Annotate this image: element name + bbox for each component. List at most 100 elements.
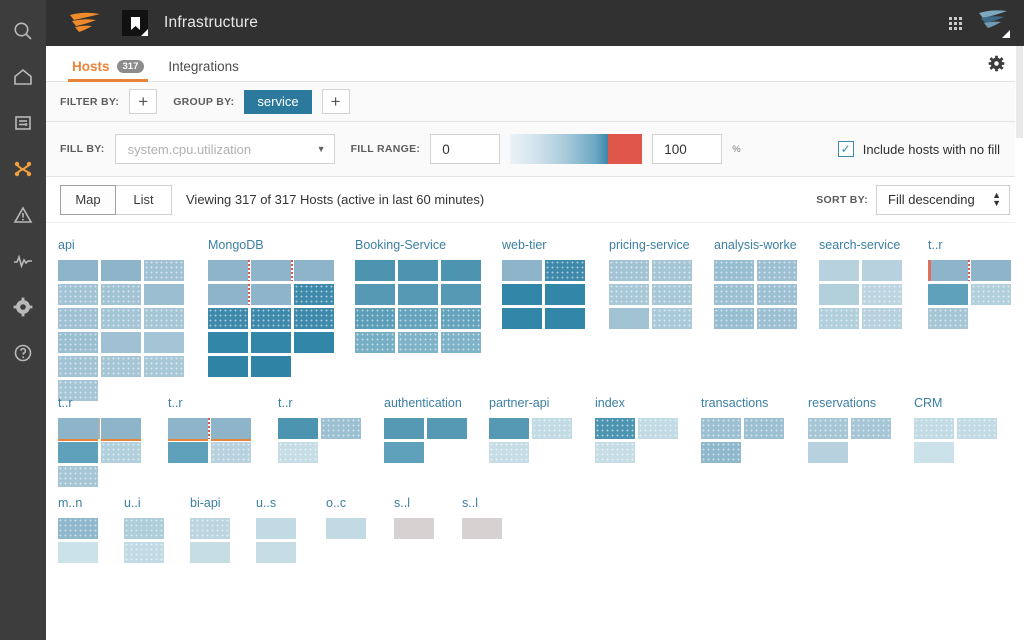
host-tile[interactable] <box>58 518 98 539</box>
host-tile[interactable] <box>441 284 481 305</box>
host-tile[interactable] <box>294 284 334 305</box>
help-icon[interactable] <box>0 330 46 376</box>
host-group-label[interactable]: Booking-Service <box>355 238 484 252</box>
host-group-label[interactable]: bi-api <box>190 496 233 510</box>
logs-icon[interactable] <box>0 100 46 146</box>
host-group-label[interactable]: CRM <box>914 396 1000 410</box>
bookmark-icon[interactable] <box>122 10 148 36</box>
host-tile[interactable] <box>928 308 968 329</box>
host-tile[interactable] <box>321 418 361 439</box>
host-tile[interactable] <box>101 284 141 305</box>
host-tile[interactable] <box>58 418 100 441</box>
host-tile[interactable] <box>101 418 141 441</box>
host-tile[interactable] <box>251 356 291 377</box>
add-group-button[interactable]: + <box>321 89 350 114</box>
host-tile[interactable] <box>595 442 635 463</box>
host-tile[interactable] <box>190 542 230 563</box>
host-tile[interactable] <box>652 308 692 329</box>
host-tile[interactable] <box>384 442 424 463</box>
view-map-button[interactable]: Map <box>60 184 116 215</box>
vertical-scrollbar[interactable] <box>1015 46 1024 640</box>
host-tile[interactable] <box>58 260 98 281</box>
host-tile[interactable] <box>211 418 251 441</box>
host-tile[interactable] <box>914 418 954 439</box>
host-tile[interactable] <box>502 308 542 329</box>
host-tile[interactable] <box>819 308 859 329</box>
host-tile[interactable] <box>58 308 98 329</box>
host-group-label[interactable]: MongoDB <box>208 238 337 252</box>
host-tile[interactable] <box>278 442 318 463</box>
host-group-label[interactable]: m..n <box>58 496 101 510</box>
host-tile[interactable] <box>58 466 98 487</box>
home-icon[interactable] <box>0 54 46 100</box>
host-tile[interactable] <box>914 442 954 463</box>
tab-integrations[interactable]: Integrations <box>156 59 251 81</box>
host-tile[interactable] <box>208 284 250 305</box>
host-tile[interactable] <box>971 260 1011 281</box>
host-tile[interactable] <box>819 284 859 305</box>
host-group-label[interactable]: transactions <box>701 396 787 410</box>
host-tile[interactable] <box>58 442 98 463</box>
host-tile[interactable] <box>545 284 585 305</box>
host-tile[interactable] <box>862 260 902 281</box>
host-tile[interactable] <box>652 260 692 281</box>
host-tile[interactable] <box>101 308 141 329</box>
scrollbar-thumb[interactable] <box>1016 46 1023 138</box>
infrastructure-icon[interactable] <box>0 146 46 192</box>
host-group-label[interactable]: partner-api <box>489 396 575 410</box>
host-tile[interactable] <box>101 356 141 377</box>
host-tile[interactable] <box>211 442 251 463</box>
host-tile[interactable] <box>355 284 395 305</box>
host-tile[interactable] <box>58 284 98 305</box>
host-tile[interactable] <box>58 542 98 563</box>
host-tile[interactable] <box>862 308 902 329</box>
host-tile[interactable] <box>144 308 184 329</box>
host-tile[interactable] <box>294 260 334 281</box>
host-tile[interactable] <box>808 418 848 439</box>
host-tile[interactable] <box>595 418 635 439</box>
tab-hosts[interactable]: Hosts 317 <box>60 59 156 82</box>
host-group-label[interactable]: api <box>58 238 187 252</box>
gear-icon[interactable] <box>987 54 1006 78</box>
host-tile[interactable] <box>278 418 318 439</box>
host-group-label[interactable]: search-service <box>819 238 905 252</box>
host-group-label[interactable]: u..i <box>124 496 167 510</box>
host-group-label[interactable]: t..r <box>168 396 254 410</box>
host-tile[interactable] <box>144 332 184 353</box>
host-group-label[interactable]: o..c <box>326 496 369 510</box>
host-tile[interactable] <box>394 518 434 539</box>
host-tile[interactable] <box>168 418 210 441</box>
host-tile[interactable] <box>714 284 754 305</box>
host-tile[interactable] <box>190 518 230 539</box>
group-by-chip-service[interactable]: service <box>244 89 312 114</box>
host-tile[interactable] <box>489 418 529 439</box>
host-tile[interactable] <box>398 260 438 281</box>
host-tile[interactable] <box>609 308 649 329</box>
host-tile[interactable] <box>384 418 424 439</box>
host-tile[interactable] <box>441 260 481 281</box>
host-tile[interactable] <box>427 418 467 439</box>
host-tile[interactable] <box>545 308 585 329</box>
sort-by-select[interactable]: Fill descending ▲ ▼ <box>876 184 1010 215</box>
host-tile[interactable] <box>208 332 248 353</box>
host-tile[interactable] <box>101 332 141 353</box>
host-tile[interactable] <box>398 332 438 353</box>
host-tile[interactable] <box>638 418 678 439</box>
host-tile[interactable] <box>851 418 891 439</box>
host-group-label[interactable]: s..l <box>462 496 505 510</box>
host-tile[interactable] <box>144 284 184 305</box>
host-tile[interactable] <box>928 260 970 281</box>
host-tile[interactable] <box>532 418 572 439</box>
host-tile[interactable] <box>441 308 481 329</box>
host-tile[interactable] <box>101 442 141 463</box>
host-tile[interactable] <box>208 308 248 329</box>
host-tile[interactable] <box>398 308 438 329</box>
host-tile[interactable] <box>208 260 250 281</box>
host-tile[interactable] <box>256 542 296 563</box>
host-tile[interactable] <box>462 518 502 539</box>
host-tile[interactable] <box>124 542 164 563</box>
host-tile[interactable] <box>971 284 1011 305</box>
host-group-label[interactable]: authentication <box>384 396 470 410</box>
host-group-label[interactable]: pricing-service <box>609 238 695 252</box>
host-tile[interactable] <box>502 260 542 281</box>
